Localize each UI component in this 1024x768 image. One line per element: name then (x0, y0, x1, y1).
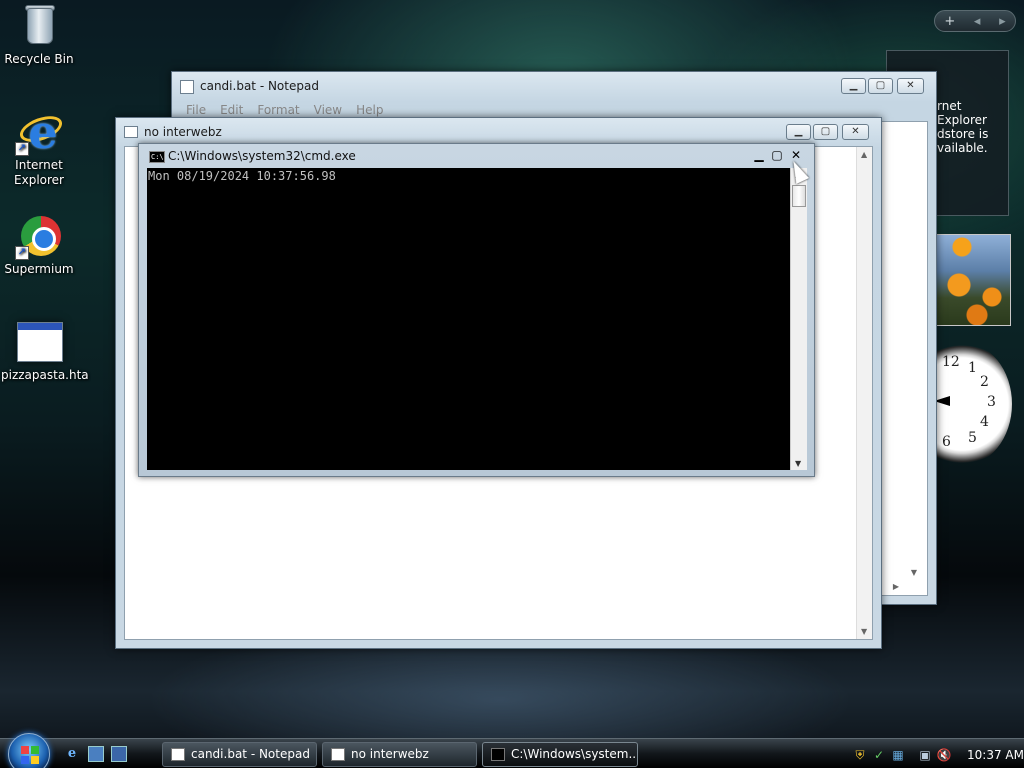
clock-number: 5 (968, 430, 977, 446)
scroll-down-arrow-icon[interactable]: ▼ (861, 627, 867, 636)
desktop-icon-recycle-bin[interactable]: Recycle Bin (1, 2, 77, 67)
next-icon[interactable]: ▸ (999, 14, 1006, 29)
clock-number: 2 (980, 374, 989, 390)
windows-update-icon[interactable]: ▦ (890, 747, 906, 763)
defender-icon[interactable]: ✓ (871, 747, 887, 763)
taskbar-button-cmd[interactable]: C:\Windows\system... (482, 742, 638, 767)
hta-file-icon (15, 318, 63, 366)
maximize-button[interactable]: ▢ (769, 149, 785, 163)
app-window-icon (331, 748, 345, 761)
desktop-icon-label: pizzapasta.hta (1, 368, 89, 382)
supermium-icon: ↗ (15, 212, 63, 260)
taskbar-button-label: C:\Windows\system... (511, 747, 638, 761)
close-button[interactable]: ✕ (842, 124, 869, 140)
notepad-icon (180, 80, 194, 94)
taskbar: e candi.bat - Notepad no interwebz C:\Wi… (0, 733, 1024, 768)
feed-text: dstore is (937, 127, 989, 141)
add-gadget-icon[interactable]: + (944, 14, 955, 29)
windows-logo-icon (21, 746, 39, 764)
close-button[interactable]: ✕ (897, 78, 924, 94)
desktop-icon-pizzapasta[interactable]: pizzapasta.hta (1, 318, 89, 383)
scroll-right-arrow-icon[interactable]: ▶ (893, 582, 899, 591)
taskbar-button-no-interwebz[interactable]: no interwebz (322, 742, 477, 767)
desktop-icon-label: Supermium (4, 262, 74, 276)
slideshow-gadget[interactable] (936, 234, 1011, 326)
window-title: no interwebz (144, 125, 222, 139)
desktop-icon-label: Recycle Bin (4, 52, 74, 66)
clock-number: 12 (942, 354, 960, 370)
app-window-icon (124, 126, 138, 138)
clock-number: 1 (968, 360, 977, 376)
vertical-scrollbar[interactable]: ▲ ▼ (856, 147, 872, 639)
feed-text: vailable. (937, 141, 988, 155)
security-shield-icon[interactable]: ⛨ (852, 747, 868, 763)
clock-number: 4 (980, 414, 989, 430)
sidebar-controls[interactable]: + ◂ ▸ (934, 10, 1016, 32)
clock-number: 3 (987, 394, 996, 410)
scrollbar-thumb[interactable] (792, 185, 806, 207)
volume-muted-icon[interactable]: 🔇 (936, 747, 952, 763)
system-tray: ⛨ ✓ ▦ ▣ 🔇 10:37 AM (852, 742, 1024, 767)
scroll-down-arrow-icon[interactable]: ▼ (911, 568, 917, 577)
switch-windows-icon[interactable] (111, 746, 127, 762)
window-title: C:\Windows\system32\cmd.exe (168, 149, 356, 163)
taskbar-button-notepad[interactable]: candi.bat - Notepad (162, 742, 317, 767)
window-title: candi.bat - Notepad (200, 79, 319, 93)
desktop-icon-internet-explorer[interactable]: e ↗ Internet Explorer (1, 108, 77, 188)
notepad-icon (171, 748, 185, 761)
minimize-button[interactable]: ▁ (841, 78, 866, 94)
recycle-bin-icon (15, 2, 63, 50)
scroll-up-arrow-icon[interactable]: ▲ (861, 150, 867, 159)
taskbar-clock[interactable]: 10:37 AM (967, 748, 1024, 762)
taskbar-button-label: no interwebz (351, 747, 429, 761)
internet-explorer-icon: e ↗ (15, 108, 66, 156)
cmd-icon: C:\ (149, 151, 165, 163)
cmd-window[interactable]: C:\ C:\Windows\system32\cmd.exe ▁ ▢ ✕ Mo… (138, 143, 815, 477)
maximize-button[interactable]: ▢ (868, 78, 893, 94)
network-icon[interactable]: ▣ (917, 747, 933, 763)
clock-number: 6 (942, 434, 951, 450)
desktop-icon-label: Internet Explorer (14, 158, 64, 187)
console-scrollbar[interactable]: ▲ ▼ (790, 168, 807, 470)
show-desktop-icon[interactable] (88, 746, 104, 762)
internet-explorer-quicklaunch-icon[interactable]: e (64, 746, 80, 762)
scroll-down-arrow-icon[interactable]: ▼ (795, 459, 801, 468)
console-line: Mon 08/19/2024 10:37:56.98 (148, 169, 336, 183)
minimize-button[interactable]: ▁ (751, 149, 767, 163)
taskbar-button-label: candi.bat - Notepad (191, 747, 310, 761)
minimize-button[interactable]: ▁ (786, 124, 811, 140)
maximize-button[interactable]: ▢ (813, 124, 838, 140)
desktop-icon-supermium[interactable]: ↗ Supermium (1, 212, 77, 277)
feed-text: rnet Explorer (937, 99, 987, 127)
start-button[interactable] (8, 733, 50, 768)
console-output[interactable]: Mon 08/19/2024 10:37:56.98 (147, 168, 790, 470)
cmd-icon (491, 748, 505, 761)
prev-icon[interactable]: ◂ (974, 14, 981, 29)
